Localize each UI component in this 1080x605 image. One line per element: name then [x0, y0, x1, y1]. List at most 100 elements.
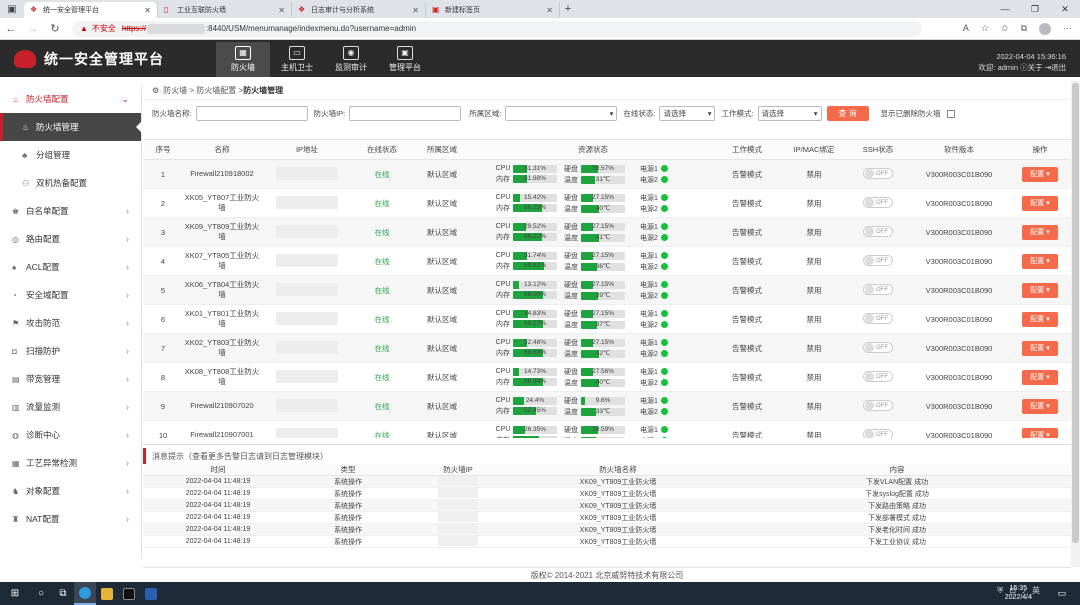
- config-button[interactable]: 配置 ▾: [1009, 195, 1071, 211]
- read-aloud-icon[interactable]: A: [963, 23, 969, 35]
- breadcrumb-path[interactable]: 防火墙 > 防火墙配置 >: [163, 85, 243, 96]
- message-ip-redacted: [403, 511, 513, 524]
- search-icon[interactable]: ○: [30, 582, 52, 605]
- power2-status-icon: [661, 350, 668, 357]
- forward-icon[interactable]: →: [22, 23, 44, 35]
- restore-icon[interactable]: ❐: [1020, 0, 1050, 18]
- mode-filter-select[interactable]: 请选择 ▾: [757, 106, 822, 121]
- close-window-icon[interactable]: ✕: [1050, 0, 1080, 18]
- start-icon[interactable]: ⊞: [0, 582, 30, 605]
- config-button[interactable]: 配置 ▾: [1009, 340, 1071, 356]
- minimize-icon[interactable]: —: [990, 0, 1020, 18]
- task-view-icon[interactable]: ⧉: [52, 582, 74, 605]
- nav-item[interactable]: ◉ 监测审计: [324, 42, 378, 77]
- ssh-toggle[interactable]: OFF: [847, 400, 909, 412]
- edge-app-icon[interactable]: [74, 582, 96, 605]
- ssh-toggle[interactable]: OFF: [847, 226, 909, 238]
- ssh-toggle[interactable]: OFF: [847, 197, 909, 209]
- ssh-toggle[interactable]: OFF: [847, 284, 909, 296]
- close-tab-icon[interactable]: ✕: [546, 6, 553, 15]
- ssh-toggle[interactable]: OFF: [847, 255, 909, 267]
- ssh-toggle[interactable]: OFF: [847, 313, 909, 325]
- sidebar-item[interactable]: ◔ 安全域配置 ›: [0, 281, 141, 309]
- window-controls: — ❐ ✕: [990, 0, 1080, 18]
- security-warning[interactable]: 不安全: [92, 23, 116, 34]
- sidebar-item[interactable]: ♜ NAT配置 ›: [0, 505, 141, 533]
- online-filter-select[interactable]: 请选择 ▾: [659, 106, 716, 121]
- sidebar-item[interactable]: ▦ 工艺异常检测 ›: [0, 449, 141, 477]
- notification-icon[interactable]: ▭: [1057, 588, 1066, 599]
- word-app-icon[interactable]: [140, 582, 162, 605]
- back-icon[interactable]: ←: [0, 23, 22, 35]
- config-button[interactable]: 配置 ▾: [1009, 224, 1071, 240]
- terminal-app-icon[interactable]: [118, 582, 140, 605]
- sidebar-item[interactable]: ♞ 对象配置 ›: [0, 477, 141, 505]
- profile-avatar[interactable]: [1039, 22, 1051, 35]
- sidebar-item[interactable]: ♨ 防火墙管理: [0, 113, 142, 141]
- sidebar-item[interactable]: ♠ ACL配置 ›: [0, 253, 141, 281]
- explorer-app-icon[interactable]: [96, 582, 118, 605]
- sidebar-item[interactable]: ◎ 路由配置 ›: [0, 225, 141, 253]
- show-deleted-checkbox[interactable]: [946, 109, 955, 118]
- ssh-toggle[interactable]: OFF: [847, 429, 909, 438]
- nav-label: 管理平台: [389, 63, 421, 72]
- sidebar-item[interactable]: ◘ 扫描防护 ›: [0, 337, 141, 365]
- tab-actions-icon[interactable]: ▣: [0, 0, 24, 18]
- favorite-icon[interactable]: ☆: [981, 23, 989, 35]
- message-type: 系统操作: [334, 538, 362, 546]
- sidebar-item[interactable]: ♚ 白名单配置 ›: [0, 197, 141, 225]
- warning-icon: ▲: [80, 24, 88, 33]
- config-button[interactable]: 配置 ▾: [1009, 427, 1071, 438]
- sidebar-item-label: 扫描防护: [26, 346, 61, 356]
- sidebar-item[interactable]: ⚑ 攻击防范 ›: [0, 309, 141, 337]
- browser-tab[interactable]: ❖ 日志审计与分析系统 ✕: [292, 2, 426, 18]
- sidebar-item[interactable]: ♣ 分组管理: [0, 141, 141, 169]
- logout-link[interactable]: 退出: [1051, 63, 1066, 72]
- close-tab-icon[interactable]: ✕: [144, 6, 151, 15]
- favorites-list-icon[interactable]: ✩: [1001, 23, 1009, 35]
- close-tab-icon[interactable]: ✕: [412, 6, 419, 15]
- config-button[interactable]: 配置 ▾: [1009, 311, 1071, 327]
- nav-item[interactable]: ▣ 管理平台: [378, 42, 432, 77]
- new-tab-button[interactable]: +: [560, 2, 576, 18]
- sidebar-item[interactable]: ◍ 诊断中心 ›: [0, 421, 141, 449]
- ssh-toggle[interactable]: OFF: [847, 371, 909, 383]
- tray-security-icon[interactable]: ⛨: [997, 586, 1003, 596]
- ip-filter-input[interactable]: [349, 106, 462, 121]
- url-field[interactable]: ▲ 不安全 https:// :8440/USM/menumanage/inde…: [72, 20, 922, 37]
- zone-filter-select[interactable]: ▾: [505, 106, 618, 121]
- ssh-toggle[interactable]: OFF: [847, 168, 909, 180]
- nav-item[interactable]: ▦ 防火墙: [216, 42, 270, 77]
- table-row: 4 XK07_YT805工业防火墙 在线 默认区域 CPU 31.74% 内存 69.…: [143, 247, 1071, 276]
- about-link[interactable]: 关于: [1028, 63, 1043, 72]
- about-icon[interactable]: ⓘ: [1020, 63, 1028, 72]
- name-filter-input[interactable]: [195, 106, 308, 121]
- footer: 版权© 2014-2021 北京威努特技术有限公司: [143, 567, 1071, 582]
- config-button[interactable]: 配置 ▾: [1009, 398, 1071, 414]
- config-button[interactable]: 配置 ▾: [1009, 369, 1071, 385]
- table-body: 1 Firewall210918002 在线 默认区域 CPU 31.31% 内存 3…: [143, 160, 1071, 438]
- sidebar-item[interactable]: ♨ 防火墙配置 ⌄: [0, 85, 141, 113]
- config-button[interactable]: 配置 ▾: [1009, 282, 1071, 298]
- column-header: 资源状态: [578, 145, 608, 154]
- browser-tab[interactable]: ▯ 工业互联防火墙 ✕: [158, 2, 292, 18]
- ip-filter-label: 防火墙IP:: [313, 109, 346, 118]
- tray-ime-indicator[interactable]: 英: [1032, 585, 1040, 596]
- close-tab-icon[interactable]: ✕: [278, 6, 285, 15]
- ssh-toggle[interactable]: OFF: [847, 342, 909, 354]
- browser-tab[interactable]: ▣ 新建标签页 ✕: [426, 2, 560, 18]
- sidebar-item[interactable]: ▥ 流量监测 ›: [0, 393, 141, 421]
- collections-icon[interactable]: ⧉: [1021, 23, 1027, 35]
- taskbar-clock[interactable]: 15:35 2022/4/4: [1005, 584, 1032, 602]
- reload-icon[interactable]: ↻: [44, 22, 66, 35]
- browser-tab[interactable]: ❖ 统一安全管理平台 ✕: [24, 2, 158, 18]
- more-icon[interactable]: ···: [1063, 23, 1072, 35]
- sidebar-item-label: 白名单配置: [26, 206, 69, 216]
- config-button[interactable]: 配置 ▾: [1009, 166, 1071, 182]
- config-button[interactable]: 配置 ▾: [1009, 253, 1071, 269]
- page-scrollbar[interactable]: [1071, 81, 1080, 567]
- query-button[interactable]: 查 询: [826, 106, 869, 121]
- nav-item[interactable]: ▭ 主机卫士: [270, 42, 324, 77]
- sidebar-item[interactable]: ▤ 带宽管理 ›: [0, 365, 141, 393]
- sidebar-item[interactable]: ⚇ 双机热备配置: [0, 169, 141, 197]
